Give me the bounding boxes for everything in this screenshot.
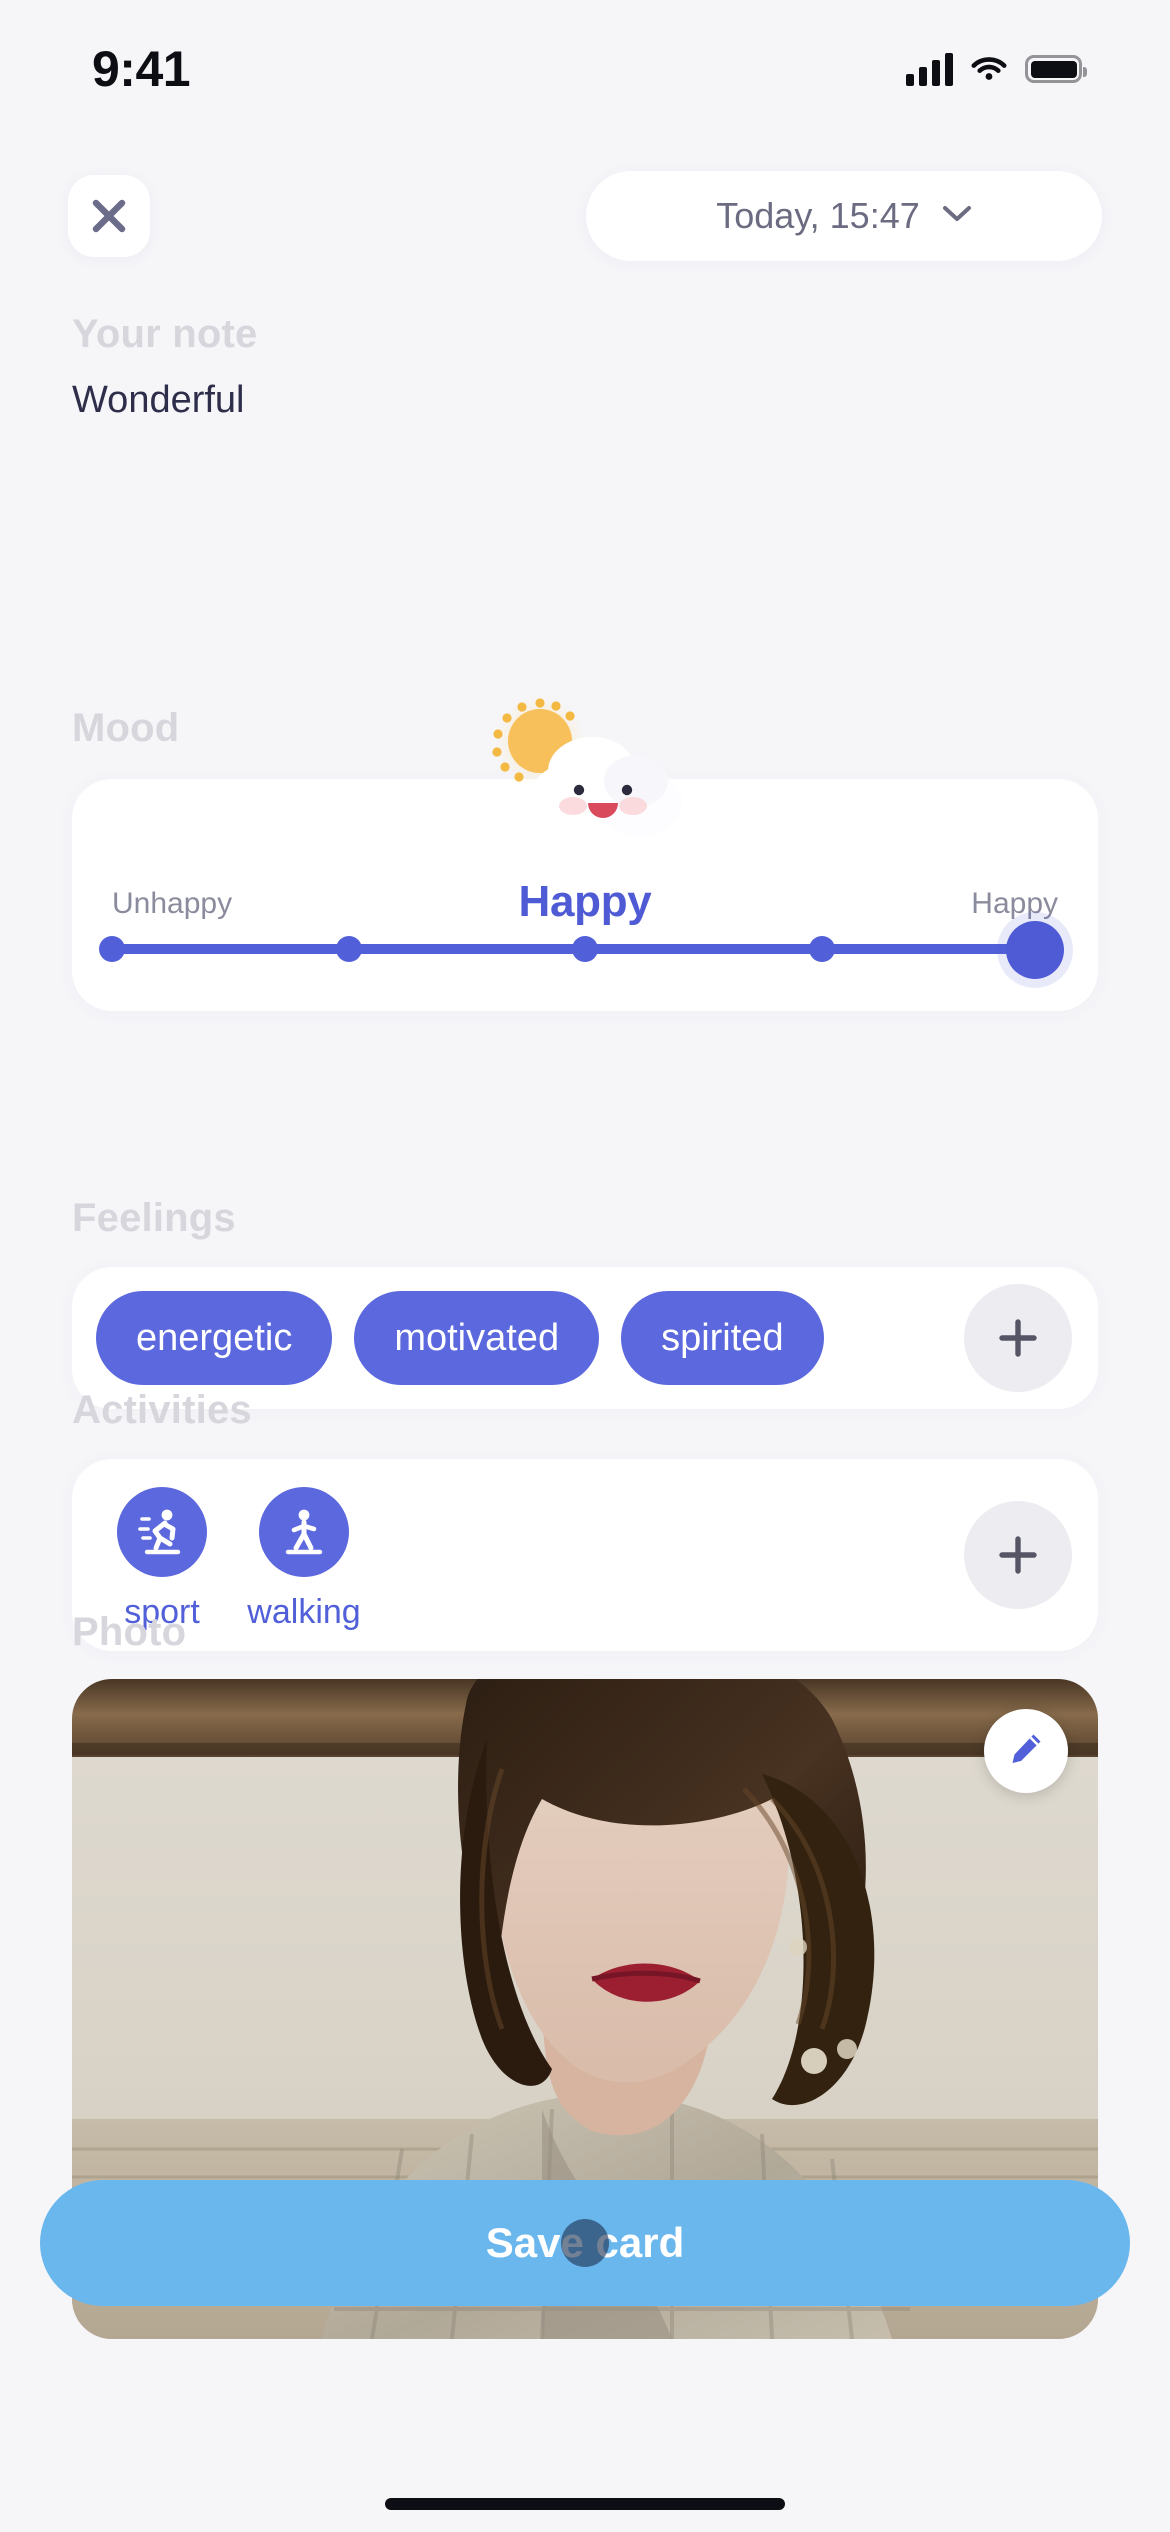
note-section: Your note Wonderful [72,312,1098,422]
status-time: 9:41 [92,41,191,97]
home-indicator [385,2498,785,2510]
feelings-label: Feelings [72,1196,236,1240]
feeling-chip[interactable]: energetic [96,1291,333,1385]
close-button[interactable] [68,175,150,257]
walking-person-icon [259,1487,349,1577]
mood-slider-step[interactable] [808,936,835,962]
activities-label: Activities [72,1388,252,1432]
pencil-edit-icon [1006,1729,1046,1774]
date-label: Today, 15:47 [716,195,920,236]
mood-slider-step[interactable] [99,936,125,962]
status-icons [906,52,1087,87]
chevron-down-icon [942,205,972,228]
feeling-chip[interactable]: spirited [621,1291,824,1385]
photo-label: Photo [72,1610,187,1654]
add-activity-button[interactable] [964,1501,1072,1609]
mood-slider-step[interactable] [572,936,598,962]
running-person-icon [117,1487,207,1577]
mood-current-value: Happy [518,877,652,926]
plus-icon [995,1315,1041,1361]
save-card-button[interactable]: Save card [40,2180,1130,2306]
top-bar: Today, 15:47 [0,168,1170,264]
plus-icon [995,1532,1041,1578]
close-icon [87,194,131,238]
mood-section: Mood Unhappy Happy Happy [72,695,1098,1011]
mood-card: Unhappy Happy Happy [72,695,1098,1011]
add-feeling-button[interactable] [964,1284,1072,1392]
feelings-chip-list: energetic motivated spirited [96,1291,824,1385]
feeling-chip[interactable]: motivated [354,1291,600,1385]
edit-photo-button[interactable] [984,1709,1068,1793]
feelings-section: Feelings energetic motivated spirited [72,1196,1098,1409]
battery-icon [1025,55,1087,83]
app-screen: 9:41 Today, 15:47 Your note Wonderful Mo… [0,0,1170,2532]
mood-slider-thumb[interactable] [1006,921,1064,979]
mood-slider[interactable] [99,921,1064,979]
wifi-icon [969,52,1009,87]
mood-slider-step[interactable] [335,936,362,962]
cellular-signal-icon [906,52,953,86]
status-bar: 9:41 [0,0,1170,120]
sun-behind-cloud-happy-face-icon [470,693,700,873]
note-input[interactable]: Wonderful [72,379,1098,422]
date-selector[interactable]: Today, 15:47 [586,171,1102,261]
note-label: Your note [72,312,258,356]
